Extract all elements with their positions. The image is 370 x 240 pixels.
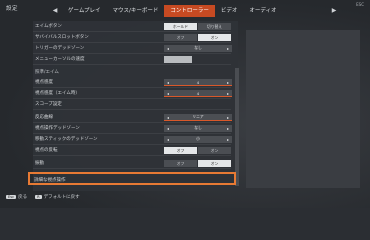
setting-row-response-curve[interactable]: 反応曲線 ◂ リニア ▸: [33, 112, 232, 123]
setting-label: 視点感度: [35, 80, 53, 85]
aim-button-toggle[interactable]: ホールド 切り替え: [164, 22, 232, 30]
setting-label: トリガーのデッドゾーン: [35, 46, 85, 51]
left-bumper-icon[interactable]: ◀: [50, 5, 60, 15]
tab-video[interactable]: ビデオ: [215, 5, 244, 17]
back-hint[interactable]: 戻る: [18, 194, 27, 200]
reset-defaults-hint[interactable]: デフォルトに戻す: [44, 194, 80, 200]
scrollbar[interactable]: [235, 68, 239, 186]
option-on[interactable]: オン: [198, 33, 231, 41]
option-toggle[interactable]: 切り替え: [198, 22, 231, 30]
page-title: 設定: [6, 6, 19, 12]
selector-accent: [164, 119, 232, 121]
setting-row-scope-settings[interactable]: スコープ設定: [33, 99, 231, 110]
setting-label: 視点感度（エイム時）: [35, 91, 80, 96]
setting-row-move-stick-deadzone[interactable]: 移動スティックのデッドゾーン ◂ 小 ▸: [33, 134, 232, 145]
response-curve-selector[interactable]: ◂ リニア ▸: [164, 113, 232, 121]
chevron-right-icon[interactable]: ▸: [224, 46, 232, 51]
footer-hints: Esc 戻る R デフォルトに戻す: [6, 194, 80, 200]
setting-label: 詳細な視点操作: [34, 178, 66, 183]
selector-accent: [164, 84, 232, 86]
section-header-look: 照準/エイム: [33, 67, 231, 77]
setting-label: 振動: [35, 161, 44, 166]
close-hint[interactable]: ESC: [356, 2, 364, 7]
selector-accent: [164, 95, 232, 97]
option-off[interactable]: オフ: [164, 33, 197, 41]
option-on[interactable]: オン: [198, 159, 231, 167]
setting-label: 反応曲線: [35, 115, 53, 120]
option-off[interactable]: オフ: [164, 146, 197, 154]
setting-row-invert-look[interactable]: 視点の反転 オフ オン: [33, 145, 231, 156]
invert-look-toggle[interactable]: オフ オン: [164, 146, 232, 154]
look-deadzone-selector[interactable]: ◂ なし ▸: [164, 124, 232, 132]
settings-tabs: ゲームプレイ マウス/キーボード コントローラー ビデオ オーディオ: [62, 5, 283, 17]
setting-row-look-sensitivity[interactable]: 視点感度 ◂ 4 ▸: [33, 77, 232, 88]
setting-row-trigger-deadzone[interactable]: トリガーのデッドゾーン ◂ なし ▸: [33, 43, 232, 54]
setting-row-look-deadzone[interactable]: 視点操作デッドゾーン ◂ なし ▸: [33, 123, 232, 134]
setting-row-survival-slot[interactable]: サバイバルスロットボタン オフ オン: [33, 32, 231, 43]
setting-row-aim-button[interactable]: エイムボタン ホールド 切り替え: [33, 21, 231, 32]
trigger-deadzone-selector[interactable]: ◂ なし ▸: [164, 44, 232, 52]
chevron-left-icon[interactable]: ◂: [164, 137, 172, 142]
selector-value: 小: [196, 136, 200, 141]
setting-label: 視点の反転: [35, 148, 58, 153]
look-sensitivity-ads-selector[interactable]: ◂ 4 ▸: [164, 89, 232, 97]
option-hold[interactable]: ホールド: [164, 22, 197, 30]
tab-controller[interactable]: コントローラー: [164, 5, 215, 17]
r-key-icon: R: [35, 195, 42, 199]
tab-gameplay[interactable]: ゲームプレイ: [62, 5, 107, 17]
option-off[interactable]: オフ: [164, 159, 197, 167]
setting-label: サバイバルスロットボタン: [35, 35, 89, 40]
setting-label: 移動スティックのデッドゾーン: [35, 137, 98, 142]
move-stick-deadzone-selector[interactable]: ◂ 小 ▸: [164, 135, 232, 143]
chevron-right-icon[interactable]: ▸: [224, 137, 232, 142]
vibration-toggle[interactable]: オフ オン: [164, 159, 232, 167]
chevron-left-icon[interactable]: ◂: [164, 46, 172, 51]
look-sensitivity-selector[interactable]: ◂ 4 ▸: [164, 78, 232, 86]
tab-mouse-keyboard[interactable]: マウス/キーボード: [107, 5, 165, 17]
setting-row-menu-cursor-speed[interactable]: メニューカーソルの速度: [33, 54, 231, 65]
setting-description-panel: [246, 30, 360, 188]
tab-audio[interactable]: オーディオ: [243, 5, 282, 17]
setting-row-advanced-look-selected[interactable]: 詳細な視点操作: [28, 172, 236, 185]
setting-label: 視点操作デッドゾーン: [35, 126, 80, 131]
right-bumper-icon[interactable]: ▶: [329, 5, 339, 15]
setting-label: スコープ設定: [35, 102, 62, 107]
setting-row-look-sensitivity-ads[interactable]: 視点感度（エイム時） ◂ 4 ▸: [33, 88, 232, 99]
menu-cursor-speed-slider[interactable]: [164, 55, 192, 63]
setting-row-vibration[interactable]: 振動 オフ オン: [33, 158, 231, 169]
section-title: 照準/エイム: [35, 70, 59, 75]
selector-value: なし: [194, 45, 202, 50]
selector-value: なし: [194, 125, 202, 130]
option-on[interactable]: オン: [198, 146, 231, 154]
chevron-right-icon[interactable]: ▸: [224, 126, 232, 131]
settings-screen: 設定 ESC ◀ ゲームプレイ マウス/キーボード コントローラー ビデオ オー…: [0, 0, 370, 208]
chevron-left-icon[interactable]: ◂: [164, 126, 172, 131]
esc-key-icon: Esc: [6, 195, 17, 199]
setting-label: メニューカーソルの速度: [35, 57, 85, 62]
survival-slot-toggle[interactable]: オフ オン: [164, 33, 232, 41]
setting-label: エイムボタン: [35, 24, 62, 29]
